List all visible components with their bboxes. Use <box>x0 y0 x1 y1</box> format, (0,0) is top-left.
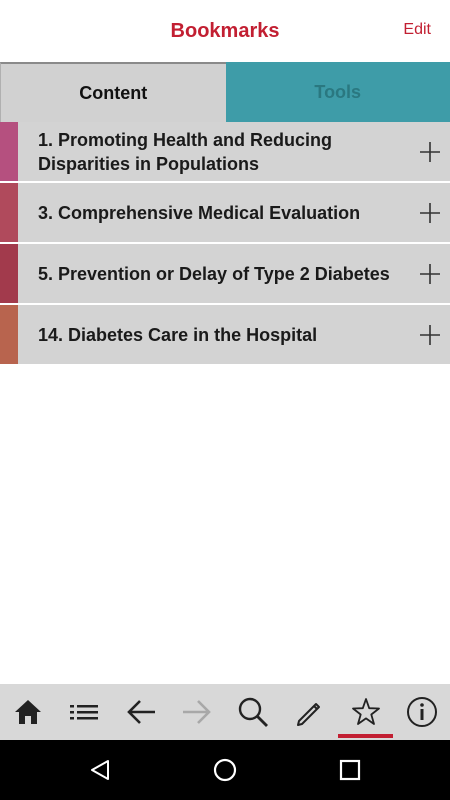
home-circle-icon <box>213 758 237 782</box>
home-button[interactable] <box>0 684 56 740</box>
bookmark-item[interactable]: 3. Comprehensive Medical Evaluation <box>0 183 450 242</box>
system-home-button[interactable] <box>195 740 255 800</box>
back-button[interactable] <box>113 684 169 740</box>
tab-tools[interactable]: Tools <box>225 62 450 122</box>
home-icon <box>15 700 41 724</box>
plus-icon[interactable] <box>420 263 440 284</box>
chapter-color-stripe <box>0 183 18 242</box>
page-title: Bookmarks <box>170 20 280 42</box>
edit-button[interactable]: Edit <box>403 21 431 39</box>
active-tab-indicator <box>338 734 393 738</box>
list-icon <box>70 705 98 720</box>
forward-arrow-icon <box>183 700 211 724</box>
bookmark-item[interactable]: 14. Diabetes Care in the Hospital <box>0 305 450 364</box>
system-back-button[interactable] <box>70 740 130 800</box>
plus-icon[interactable] <box>420 202 440 223</box>
bookmark-label: 5. Prevention or Delay of Type 2 Diabete… <box>38 263 390 284</box>
pencil-icon <box>297 703 320 726</box>
back-triangle-icon <box>91 760 109 780</box>
back-arrow-icon <box>127 700 155 724</box>
bottom-toolbar <box>0 684 450 740</box>
tab-bar: Content Tools <box>0 62 450 122</box>
search-icon <box>238 697 268 727</box>
bookmark-list: 1. Promoting Health and Reducing Dispari… <box>0 122 450 366</box>
bookmarks-button[interactable] <box>338 684 394 740</box>
bookmark-label: 14. Diabetes Care in the Hospital <box>38 324 318 345</box>
system-navigation-bar <box>0 740 450 800</box>
search-button[interactable] <box>225 684 281 740</box>
notes-button[interactable] <box>281 684 337 740</box>
forward-button[interactable] <box>169 684 225 740</box>
chapter-color-stripe <box>0 305 18 364</box>
chapter-color-stripe <box>0 122 18 181</box>
table-of-contents-button[interactable] <box>56 684 112 740</box>
bookmark-item[interactable]: 1. Promoting Health and Reducing Dispari… <box>0 122 450 181</box>
bookmark-label: 1. Promoting Health and Reducing Dispari… <box>38 129 333 174</box>
recents-square-icon <box>339 759 361 781</box>
info-button[interactable] <box>394 684 450 740</box>
bookmark-item[interactable]: 5. Prevention or Delay of Type 2 Diabete… <box>0 244 450 303</box>
plus-icon[interactable] <box>420 141 440 162</box>
star-icon <box>352 698 380 725</box>
bookmark-label: 3. Comprehensive Medical Evaluation <box>38 202 361 223</box>
header: Bookmarks Edit <box>0 0 450 62</box>
chapter-color-stripe <box>0 244 18 303</box>
plus-icon[interactable] <box>420 324 440 345</box>
info-icon <box>407 697 437 727</box>
tab-content[interactable]: Content <box>0 62 226 122</box>
system-recents-button[interactable] <box>320 740 380 800</box>
